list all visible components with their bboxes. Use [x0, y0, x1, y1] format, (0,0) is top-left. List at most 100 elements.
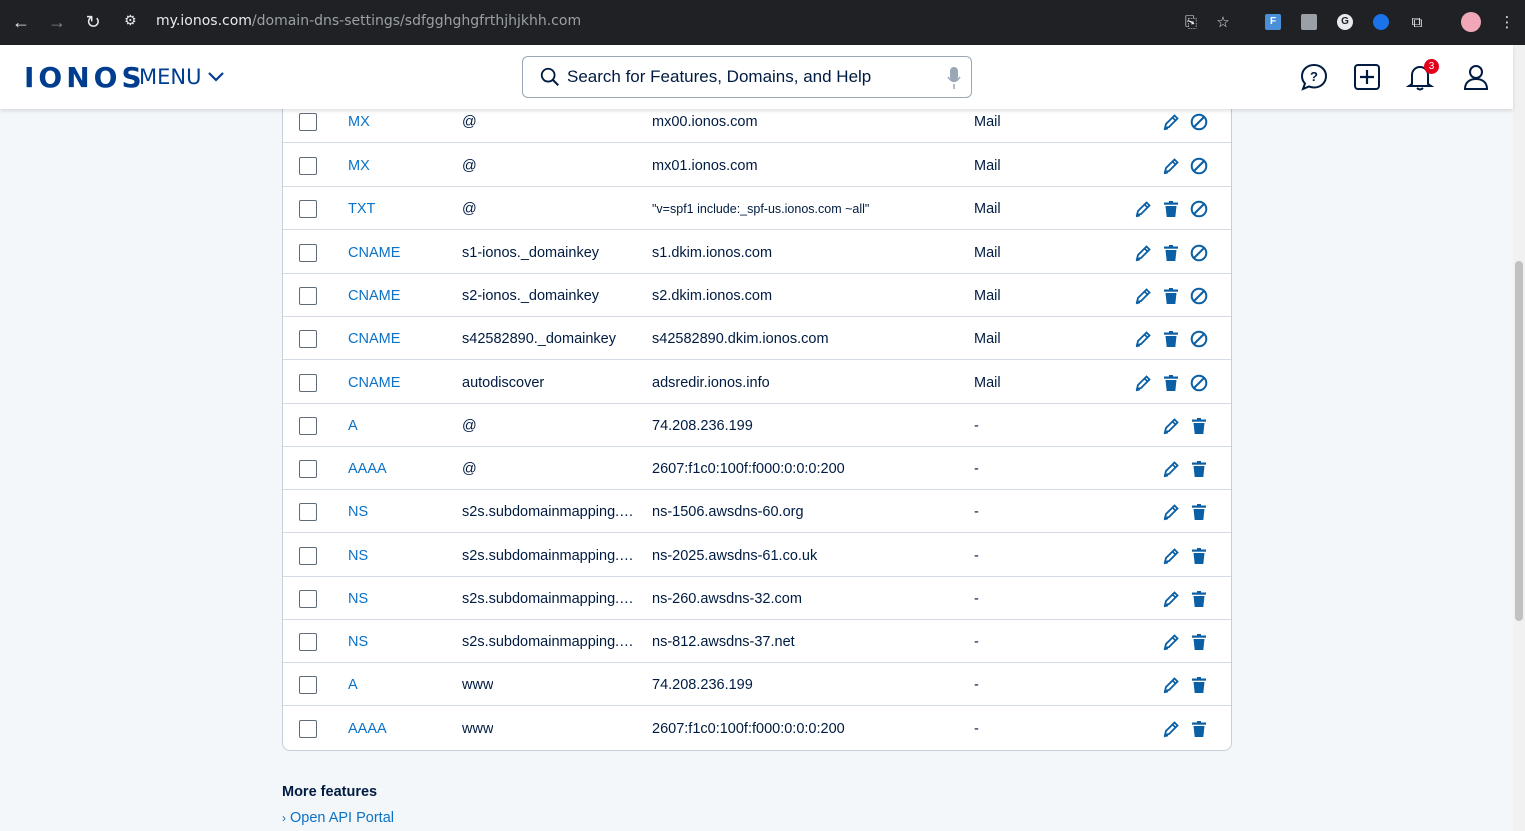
row-select-checkbox[interactable]	[299, 113, 317, 131]
record-service: Mail	[974, 158, 1001, 174]
disable-icon[interactable]	[1189, 373, 1209, 393]
search-icon	[540, 67, 559, 86]
extension-f-icon[interactable]: F	[1262, 11, 1284, 33]
delete-trash-icon[interactable]	[1189, 546, 1209, 566]
record-type-link[interactable]: TXT	[348, 201, 375, 217]
delete-trash-icon[interactable]	[1189, 675, 1209, 695]
record-type-link[interactable]: A	[348, 418, 358, 434]
delete-trash-icon[interactable]	[1161, 373, 1181, 393]
edit-pencil-icon[interactable]	[1161, 675, 1181, 695]
help-icon[interactable]: ?	[1299, 62, 1329, 92]
record-type-link[interactable]: NS	[348, 548, 368, 564]
row-select-checkbox[interactable]	[299, 547, 317, 565]
row-select-checkbox[interactable]	[299, 676, 317, 694]
install-app-icon[interactable]: ⎘	[1180, 11, 1202, 33]
edit-pencil-icon[interactable]	[1133, 243, 1153, 263]
edit-pencil-icon[interactable]	[1161, 589, 1181, 609]
extension-eye-icon[interactable]	[1370, 11, 1392, 33]
page-scrollbar[interactable]	[1513, 45, 1525, 831]
record-type-link[interactable]: AAAA	[348, 461, 387, 477]
scrollbar-thumb[interactable]	[1515, 261, 1523, 621]
edit-pencil-icon[interactable]	[1161, 632, 1181, 652]
edit-pencil-icon[interactable]	[1161, 719, 1181, 739]
delete-trash-icon[interactable]	[1189, 416, 1209, 436]
address-bar[interactable]: my.ionos.com/domain-dns-settings/sdfgghg…	[156, 13, 581, 29]
profile-avatar-icon[interactable]	[1460, 11, 1482, 33]
open-api-portal-link[interactable]: › Open API Portal	[282, 810, 394, 826]
record-value: s2.dkim.ionos.com	[652, 288, 773, 304]
browser-menu-icon[interactable]: ⋮	[1496, 11, 1518, 33]
site-info-icon[interactable]: ⚙	[124, 12, 137, 29]
delete-trash-icon[interactable]	[1189, 719, 1209, 739]
edit-pencil-icon[interactable]	[1161, 416, 1181, 436]
row-select-checkbox[interactable]	[299, 330, 317, 348]
disable-icon[interactable]	[1189, 112, 1209, 132]
record-type-link[interactable]: CNAME	[348, 245, 400, 261]
edit-pencil-icon[interactable]	[1161, 546, 1181, 566]
record-service: Mail	[974, 375, 1001, 391]
row-select-checkbox[interactable]	[299, 287, 317, 305]
disable-icon[interactable]	[1189, 243, 1209, 263]
record-type-link[interactable]: MX	[348, 158, 370, 174]
row-select-checkbox[interactable]	[299, 157, 317, 175]
row-select-checkbox[interactable]	[299, 590, 317, 608]
record-value: adsredir.ionos.info	[652, 375, 770, 391]
row-select-checkbox[interactable]	[299, 374, 317, 392]
extensions-puzzle-icon[interactable]: ⧉	[1406, 11, 1428, 33]
delete-trash-icon[interactable]	[1161, 199, 1181, 219]
edit-pencil-icon[interactable]	[1161, 459, 1181, 479]
reload-icon[interactable]: ↻	[75, 4, 111, 40]
edit-pencil-icon[interactable]	[1133, 373, 1153, 393]
edit-pencil-icon[interactable]	[1161, 156, 1181, 176]
user-account-icon[interactable]	[1461, 62, 1491, 92]
back-arrow-icon[interactable]: ←	[3, 4, 39, 40]
row-select-checkbox[interactable]	[299, 633, 317, 651]
row-select-checkbox[interactable]	[299, 200, 317, 218]
dns-record-row: AAAA @2607:f1c0:100f:f000:0:0:0:200 -	[283, 447, 1231, 490]
edit-pencil-icon[interactable]	[1133, 199, 1153, 219]
row-select-checkbox[interactable]	[299, 244, 317, 262]
microphone-icon[interactable]	[947, 66, 961, 90]
record-type-link[interactable]: CNAME	[348, 288, 400, 304]
ionos-logo[interactable]: IONOS	[24, 61, 146, 94]
row-select-checkbox[interactable]	[299, 720, 317, 738]
record-type-link[interactable]: CNAME	[348, 375, 400, 391]
extension-g-icon[interactable]: G	[1334, 11, 1356, 33]
dns-record-row: CNAME s1-ionos._domainkey s1.dkim.ionos.co…	[283, 231, 1231, 274]
disable-icon[interactable]	[1189, 199, 1209, 219]
add-icon[interactable]	[1352, 62, 1382, 92]
search-box[interactable]: Search for Features, Domains, and Help	[522, 56, 972, 98]
row-select-checkbox[interactable]	[299, 460, 317, 478]
delete-trash-icon[interactable]	[1161, 329, 1181, 349]
record-host-name: s2s.subdomainmapping.…	[462, 634, 634, 650]
bookmark-star-icon[interactable]: ☆	[1212, 11, 1234, 33]
row-select-checkbox[interactable]	[299, 503, 317, 521]
delete-trash-icon[interactable]	[1189, 502, 1209, 522]
delete-trash-icon[interactable]	[1189, 459, 1209, 479]
edit-pencil-icon[interactable]	[1161, 112, 1181, 132]
menu-label: MENU	[139, 65, 202, 89]
delete-trash-icon[interactable]	[1189, 589, 1209, 609]
delete-trash-icon[interactable]	[1189, 632, 1209, 652]
disable-icon[interactable]	[1189, 156, 1209, 176]
forward-arrow-icon[interactable]: →	[39, 4, 75, 40]
extension-image-icon[interactable]	[1298, 11, 1320, 33]
edit-pencil-icon[interactable]	[1161, 502, 1181, 522]
record-type-link[interactable]: CNAME	[348, 331, 400, 347]
row-select-checkbox[interactable]	[299, 417, 317, 435]
record-type-link[interactable]: A	[348, 677, 358, 693]
delete-trash-icon[interactable]	[1161, 286, 1181, 306]
record-type-link[interactable]: NS	[348, 634, 368, 650]
record-value: 74.208.236.199	[652, 418, 753, 434]
menu-button[interactable]: MENU	[139, 65, 225, 89]
disable-icon[interactable]	[1189, 286, 1209, 306]
delete-trash-icon[interactable]	[1161, 243, 1181, 263]
disable-icon[interactable]	[1189, 329, 1209, 349]
record-type-link[interactable]: NS	[348, 591, 368, 607]
edit-pencil-icon[interactable]	[1133, 286, 1153, 306]
record-type-link[interactable]: MX	[348, 114, 370, 130]
record-value: "v=spf1 include:_spf-us.ionos.com ~all"	[652, 202, 870, 216]
record-type-link[interactable]: NS	[348, 504, 368, 520]
record-type-link[interactable]: AAAA	[348, 721, 387, 737]
edit-pencil-icon[interactable]	[1133, 329, 1153, 349]
